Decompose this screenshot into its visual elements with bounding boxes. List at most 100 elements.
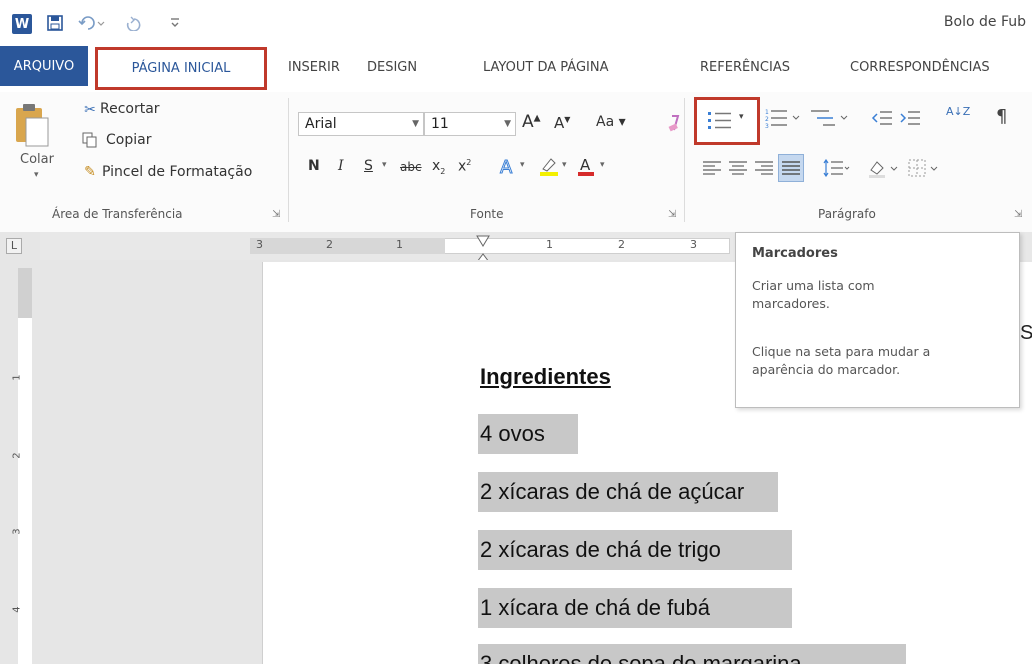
list-item[interactable]: 2 xícaras de chá de açúcar [478, 472, 778, 512]
list-item[interactable]: 2 xícaras de chá de trigo [478, 530, 792, 570]
italic-button[interactable]: I [338, 158, 344, 174]
group-divider [684, 98, 685, 222]
tab-referencias[interactable]: REFERÊNCIAS [700, 60, 790, 75]
change-case-button[interactable]: Aa ▾ [596, 114, 626, 130]
paragraph-group-label: Parágrafo [818, 207, 876, 221]
undo-icon[interactable] [76, 12, 110, 34]
tab-design[interactable]: DESIGN [367, 60, 417, 75]
justify-icon[interactable] [778, 154, 804, 182]
tab-layout[interactable]: LAYOUT DA PÁGINA [483, 60, 608, 75]
tooltip-text: aparência do marcador. [752, 362, 901, 377]
align-left-icon[interactable] [700, 156, 724, 180]
word-app-icon: W [12, 14, 32, 34]
shrink-font-button[interactable]: A▼ [554, 114, 570, 132]
highlight-color-icon[interactable] [536, 154, 562, 178]
svg-text:3: 3 [765, 123, 769, 129]
clipboard-launcher-icon[interactable]: ⇲ [272, 209, 280, 220]
ruler-number: 2 [618, 238, 625, 251]
paste-dropdown-icon[interactable]: ▾ [34, 170, 39, 180]
tab-correspondencias[interactable]: CORRESPONDÊNCIAS [850, 60, 990, 75]
font-color-dropdown-icon[interactable]: ▾ [600, 160, 605, 170]
grow-font-button[interactable]: A▲ [522, 112, 541, 132]
redo-icon[interactable] [120, 12, 154, 34]
clipboard-group-label: Área de Transferência [52, 207, 183, 221]
ingredients-heading[interactable]: Ingredientes [480, 364, 611, 390]
vruler-number: 1 [11, 374, 23, 381]
paste-button[interactable]: Colar [20, 152, 54, 167]
bullets-dropdown-icon[interactable]: ▾ [739, 112, 744, 122]
tab-inserir[interactable]: INSERIR [288, 60, 340, 75]
font-size-combo[interactable]: 11 ▼ [424, 112, 516, 136]
title-bar: W Bolo de Fub [0, 0, 1032, 46]
increase-indent-icon[interactable] [898, 106, 922, 130]
shading-icon[interactable] [866, 156, 902, 180]
text-effects-icon[interactable]: A [496, 154, 520, 178]
copy-icon [80, 130, 100, 150]
change-case-label: Aa [596, 114, 615, 130]
tab-pagina-inicial[interactable]: PÁGINA INICIAL [95, 47, 267, 90]
format-painter-button[interactable]: Pincel de Formatação [102, 164, 252, 180]
document-title: Bolo de Fub [943, 14, 1026, 30]
vruler-number: 3 [11, 528, 23, 535]
tab-selector-icon[interactable]: L [6, 238, 22, 254]
chevron-down-icon: ▼ [504, 119, 511, 129]
tab-arquivo[interactable]: ARQUIVO [0, 46, 88, 86]
svg-text:A: A [500, 157, 513, 177]
ruler-number: 3 [256, 238, 263, 251]
vertical-ruler: L 1 2 3 4 [0, 232, 41, 664]
bullets-button[interactable]: ▾ [694, 97, 760, 145]
underline-button[interactable]: S [364, 158, 373, 174]
ruler-number: 3 [690, 238, 697, 251]
vruler-number: 2 [11, 452, 23, 459]
tooltip-text: Clique na seta para mudar a [752, 344, 931, 359]
underline-dropdown-icon[interactable]: ▾ [382, 160, 387, 170]
ruler-number: 1 [396, 238, 403, 251]
cut-button[interactable]: Recortar [100, 101, 160, 117]
font-launcher-icon[interactable]: ⇲ [668, 209, 676, 220]
font-name-value: Arial [305, 116, 337, 132]
ribbon-tabs: ARQUIVO PÁGINA INICIAL INSERIR DESIGN LA… [0, 46, 1032, 92]
borders-icon[interactable] [906, 156, 942, 180]
bold-button[interactable]: N [308, 158, 320, 174]
page-edge-text: S [1020, 322, 1032, 344]
tooltip-text: Criar uma lista com [752, 278, 875, 293]
vruler-number: 4 [11, 606, 23, 613]
clear-formatting-icon[interactable] [664, 112, 686, 134]
svg-text:1: 1 [765, 109, 769, 116]
align-right-icon[interactable] [752, 156, 776, 180]
save-icon[interactable] [44, 12, 66, 34]
scissors-icon: ✂ [84, 102, 96, 118]
bullets-tooltip: Marcadores Criar uma lista com marcadore… [735, 232, 1020, 408]
list-item[interactable]: 4 ovos [478, 414, 578, 454]
chevron-down-icon: ▼ [412, 119, 419, 129]
grow-font-label: A [522, 112, 534, 132]
sort-button[interactable]: A↓Z [946, 106, 970, 117]
paragraph-launcher-icon[interactable]: ⇲ [1014, 209, 1022, 220]
superscript-button[interactable]: x2 [458, 158, 471, 175]
list-item[interactable]: 1 xícara de chá de fubá [478, 588, 792, 628]
copy-button[interactable]: Copiar [106, 132, 151, 148]
text-effects-dropdown-icon[interactable]: ▾ [520, 160, 525, 170]
font-color-icon[interactable]: A [574, 154, 598, 178]
tooltip-title: Marcadores [752, 246, 838, 261]
font-name-combo[interactable]: Arial ▼ [298, 112, 424, 136]
multilevel-list-icon[interactable] [808, 106, 852, 130]
paste-icon[interactable] [10, 100, 54, 150]
subscript-button[interactable]: x2 [432, 158, 445, 176]
horizontal-ruler-margin [250, 238, 445, 254]
list-item[interactable]: 3 colheres de sopa de margarina [478, 644, 906, 664]
show-formatting-button[interactable]: ¶ [996, 106, 1007, 127]
ruler-number: 1 [546, 238, 553, 251]
font-size-value: 11 [431, 116, 449, 132]
vruler-margin [18, 268, 32, 318]
highlight-dropdown-icon[interactable]: ▾ [562, 160, 567, 170]
align-center-icon[interactable] [726, 156, 750, 180]
font-group-label: Fonte [470, 207, 504, 221]
format-painter-icon: ✎ [84, 164, 96, 180]
numbering-icon[interactable]: 123 [764, 106, 806, 130]
decrease-indent-icon[interactable] [870, 106, 894, 130]
customize-toolbar-icon[interactable] [164, 12, 186, 34]
line-spacing-icon[interactable] [820, 156, 852, 180]
strikethrough-button[interactable]: abc [400, 160, 422, 174]
svg-text:A: A [580, 156, 591, 174]
